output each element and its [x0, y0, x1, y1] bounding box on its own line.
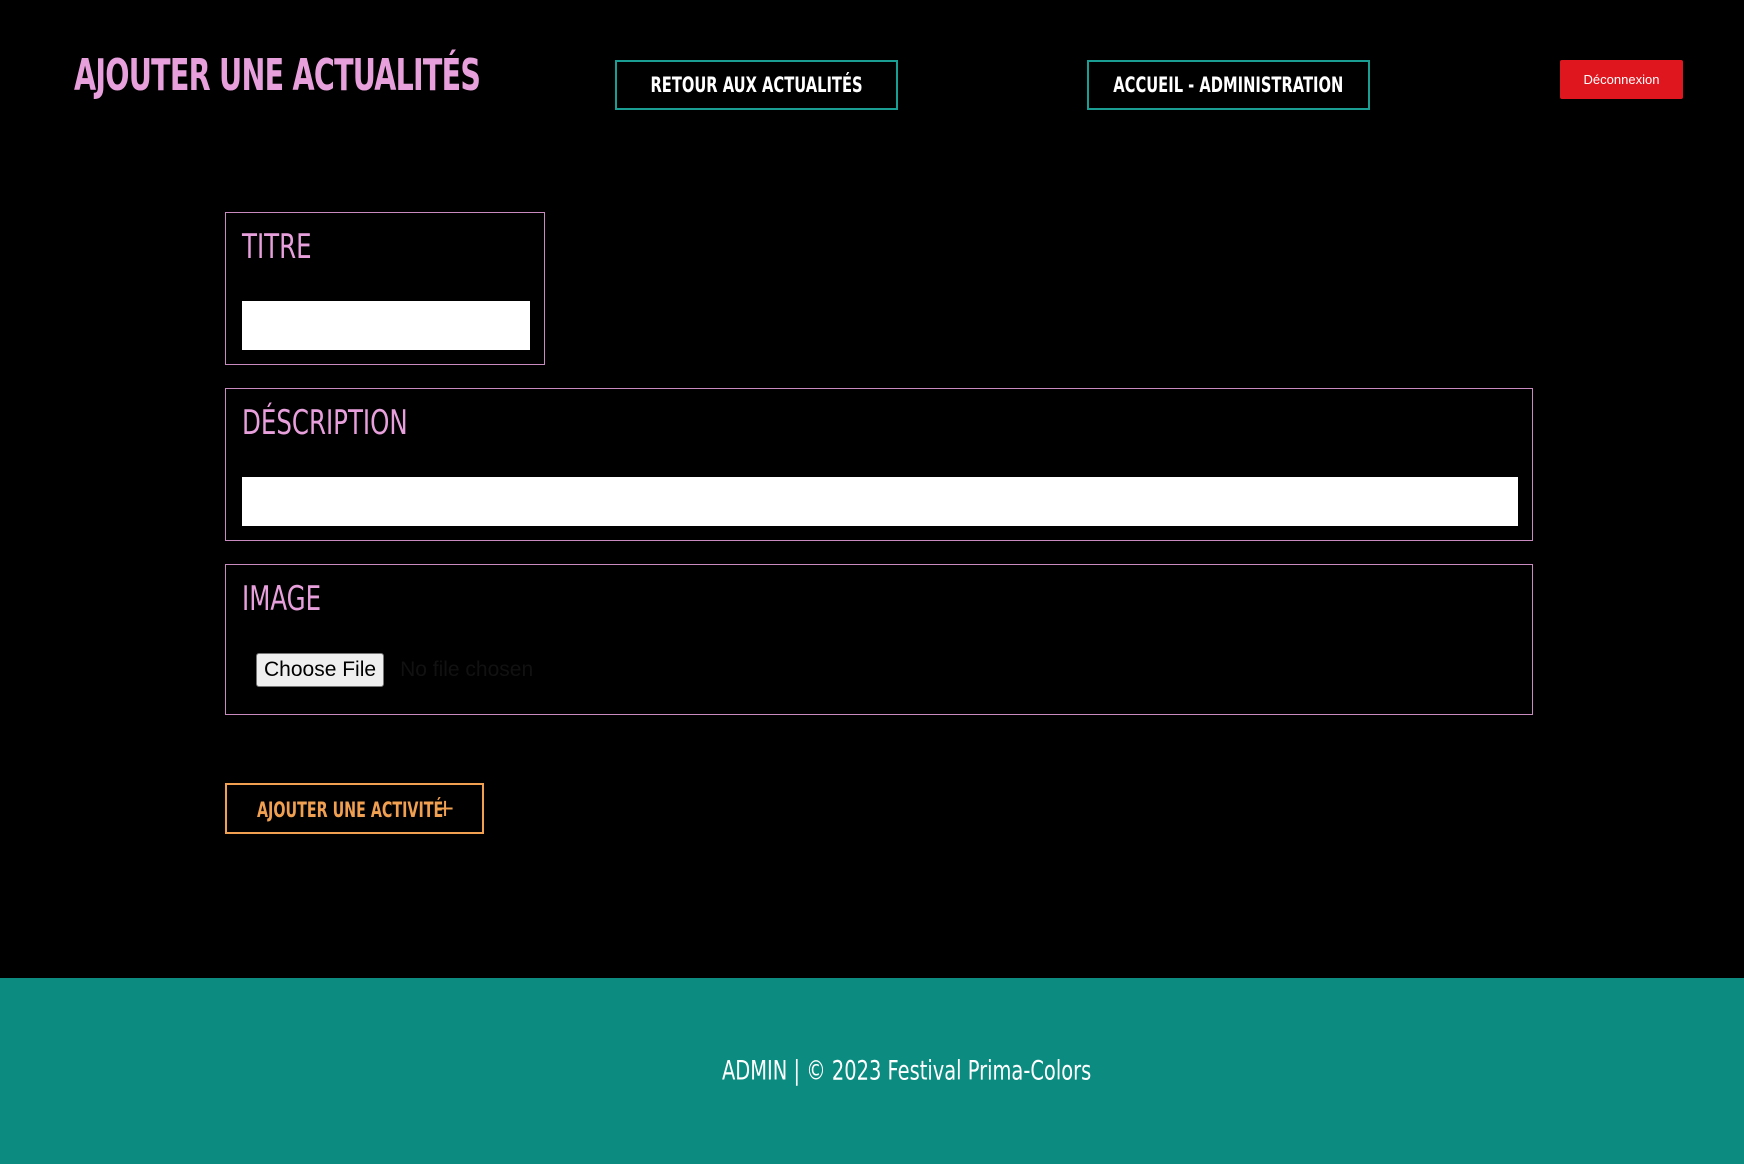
admin-home-label: ACCUEIL - ADMINISTRATION: [1113, 73, 1344, 97]
title-field-group: TITRE: [225, 212, 545, 365]
back-to-news-label: RETOUR AUX ACTUALITÉS: [650, 73, 863, 97]
plus-icon: +: [435, 794, 456, 822]
admin-home-button[interactable]: ACCUEIL - ADMINISTRATION: [1087, 60, 1370, 110]
page-title: AJOUTER UNE ACTUALITÉS: [74, 50, 481, 101]
title-field-label: TITRE: [242, 227, 312, 267]
logout-button[interactable]: Déconnexion: [1560, 60, 1683, 99]
file-status-text: No file chosen: [400, 658, 534, 681]
image-field-label: IMAGE: [242, 579, 322, 619]
footer-copyright: ADMIN | © 2023 Festival Prima-Colors: [722, 1055, 1092, 1087]
add-activity-label: AJOUTER UNE ACTIVITÉ: [257, 798, 444, 822]
choose-file-button[interactable]: Choose File: [256, 653, 385, 687]
page: AJOUTER UNE ACTUALITÉS RETOUR AUX ACTUAL…: [0, 0, 1744, 1164]
description-field-group: DÉSCRIPTION: [225, 388, 1533, 541]
add-activity-button[interactable]: AJOUTER UNE ACTIVITÉ +: [225, 783, 484, 834]
description-field-label: DÉSCRIPTION: [242, 403, 408, 443]
title-input[interactable]: [242, 301, 530, 350]
file-picker: Choose File No file chosen: [256, 653, 533, 687]
footer: ADMIN | © 2023 Festival Prima-Colors: [0, 978, 1744, 1164]
back-to-news-button[interactable]: RETOUR AUX ACTUALITÉS: [615, 60, 898, 110]
description-input[interactable]: [242, 477, 1518, 526]
image-field-group: IMAGE Choose File No file chosen: [225, 564, 1533, 715]
